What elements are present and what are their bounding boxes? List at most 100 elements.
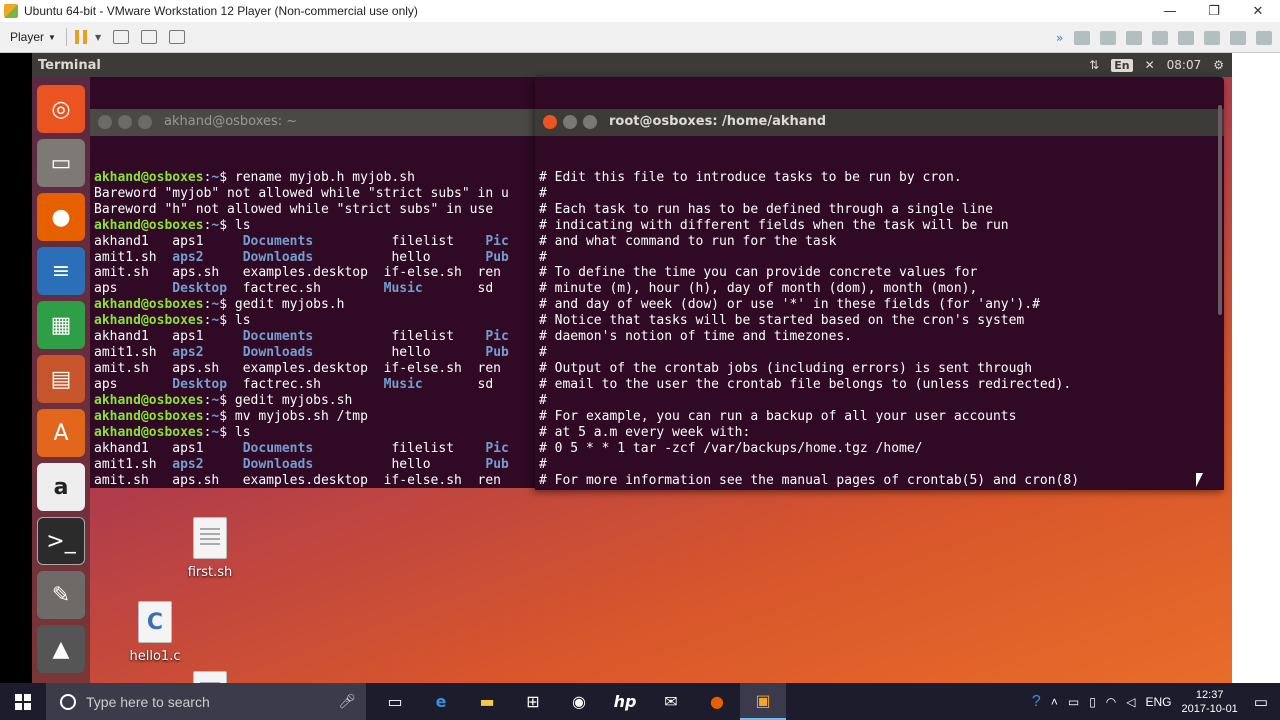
file-name [204,250,243,265]
prompt-user: akhand@osboxes [94,392,204,408]
terminal-line: akhand@osboxes:~$ ls [94,425,545,441]
directory-name: Pic [485,233,509,249]
display-icon[interactable] [1256,30,1272,45]
edge-icon[interactable]: e [418,683,464,720]
clock-time: 12:37 [1195,688,1224,701]
notification-icon[interactable]: ▭ [1254,693,1268,711]
device-icons: » [1056,22,1272,53]
amazon-icon[interactable]: a [37,463,85,511]
close-icon[interactable] [543,115,557,130]
writer-icon[interactable]: ≡ [37,247,85,295]
network-adapter-icon[interactable] [1126,30,1142,45]
minimize-icon[interactable] [563,115,577,130]
file-name: sd [422,281,494,297]
command-text: $ gedit myjobs.h [219,297,345,313]
volume-icon[interactable]: ◁ [1126,695,1135,709]
chevron-up-icon[interactable]: ˄ [1051,695,1058,709]
terminal-line: akhand@osboxes:~$ gedit myjobs.h [94,297,545,313]
windows-logo-icon [15,693,31,710]
chevron-down-icon[interactable]: ▼ [95,33,101,42]
keyboard-layout-indicator[interactable]: En [1111,58,1133,72]
calc-icon[interactable]: ▦ [37,301,85,349]
vmware-titlebar: Ubuntu 64-bit - VMware Workstation 12 Pl… [0,0,1280,22]
shell-script-icon [193,517,227,559]
printer-icon[interactable] [1178,30,1194,45]
terminal-line: amit.sh aps.sh examples.desktop if-else.… [94,361,501,377]
usb-icon[interactable] [1152,30,1168,45]
terminal-titlebar: akhand@osboxes: ~ [90,108,545,136]
files-icon[interactable]: ▭ [37,139,85,187]
start-button[interactable] [0,683,46,720]
terminal-output[interactable]: # Edit this file to introduce tasks to b… [535,168,1224,490]
directory-name: aps2 [172,345,204,361]
task-view-icon[interactable]: ▭ [372,683,418,720]
network-transfer-icon[interactable]: ⇅ [1089,58,1099,72]
firefox-taskbar-icon[interactable]: ● [694,683,740,720]
battery-icon[interactable]: ▭ [1068,695,1079,709]
microphone-icon[interactable]: 🎤︎ [338,693,356,710]
pause-icon[interactable] [74,30,87,44]
terminal-window-user[interactable]: akhand@osboxes: ~ akhand@osboxes:~$ rena… [90,77,545,488]
desktop-icon-hello1-c[interactable]: C hello1.c [115,601,195,664]
wifi-icon[interactable]: ◠ [1106,695,1116,709]
terminal-output[interactable]: akhand@osboxes:~$ rename myjob.h myjob.s… [90,168,545,488]
desktop-icon-first-sh[interactable]: first.sh [170,517,250,580]
media-app-icon[interactable]: ◉ [556,683,602,720]
mail-icon[interactable]: ✉ [648,683,694,720]
desktop-icon-partial[interactable] [170,671,250,683]
minimize-button[interactable]: — [1148,0,1192,22]
directory-name: Desktop [172,281,228,297]
vmware-taskbar-icon[interactable]: ▣ [740,683,786,720]
taskbar-search-box[interactable]: Type here to search 🎤︎ [46,683,366,720]
maximize-icon[interactable] [138,115,152,130]
directory-name: Pic [485,440,509,456]
firefox-icon[interactable]: ● [37,193,85,241]
indicator-area: ⇅ En ✕ 08:07 ⚙ [1089,53,1224,77]
ubuntu-dash-icon[interactable]: ◎ [37,85,85,133]
sound-card-icon[interactable] [1204,30,1220,45]
close-button[interactable]: ✕ [1236,0,1280,22]
terminal-line: aps Desktop factrec.sh Music sd [94,281,545,297]
maximize-button[interactable]: ❐ [1192,0,1236,22]
terminal-window-root[interactable]: root@osboxes: /home/akhand # Edit this f… [535,77,1224,490]
guest-screen: Terminal ⇅ En ✕ 08:07 ⚙ ◎ ▭ ● ≡ ▦ ▤ A a … [32,53,1232,683]
file-name: sd [422,377,494,392]
player-menu-button[interactable]: Player ▼ [10,30,56,44]
terminal-icon[interactable]: >_ [37,517,85,565]
impress-icon[interactable]: ▤ [37,355,85,403]
hard-disk-icon[interactable] [1074,30,1090,45]
software-updater-icon[interactable]: ▲ [37,625,85,673]
message-icon[interactable] [1230,30,1246,45]
minimize-icon[interactable] [118,115,132,130]
c-source-file-icon: C [138,601,172,643]
crontab-line: # and day of week (dow) or use '*' in th… [539,297,1040,313]
software-center-icon[interactable]: A [37,409,85,457]
system-settings-icon[interactable]: ✎ [37,571,85,619]
send-ctrl-alt-del-icon[interactable] [113,30,130,44]
volume-muted-icon[interactable]: ✕ [1145,58,1155,72]
maximize-icon[interactable] [583,115,597,130]
store-icon[interactable]: ⊞ [510,683,556,720]
file-explorer-icon[interactable]: ▬ [464,683,510,720]
terminal-scrollbar[interactable] [1218,105,1222,315]
directory-name: Music [383,377,423,392]
directory-name: Downloads [242,249,314,265]
gear-icon[interactable]: ⚙ [1213,58,1224,72]
cd-drive-icon[interactable] [1100,30,1116,45]
terminal-line: amit.sh aps.sh examples.desktop if-else.… [94,265,501,281]
unity-mode-icon[interactable] [169,30,186,44]
taskbar-clock[interactable]: 12:37 2017-10-01 [1182,688,1238,716]
language-indicator[interactable]: ENG [1146,695,1172,709]
crontab-line: # [539,489,1224,490]
directory-name: Documents [242,440,314,456]
hp-icon[interactable]: hp [602,683,648,720]
help-icon[interactable]: ? [1032,693,1041,711]
windows-taskbar: Type here to search 🎤︎ ▭ e ▬ ⊞ ◉ hp ✉ ● … [0,683,1280,720]
fullscreen-icon[interactable] [141,30,158,44]
ubuntu-clock[interactable]: 08:07 [1167,58,1202,72]
file-name: amit1.sh [94,249,173,265]
close-icon[interactable] [98,115,112,130]
network-icon[interactable]: ▯ [1089,695,1096,709]
system-tray: ? ˄ ▭ ▯ ◠ ◁ ENG 12:37 2017-10-01 ▭ [1032,683,1280,720]
chevron-right-icon[interactable]: » [1056,31,1064,45]
